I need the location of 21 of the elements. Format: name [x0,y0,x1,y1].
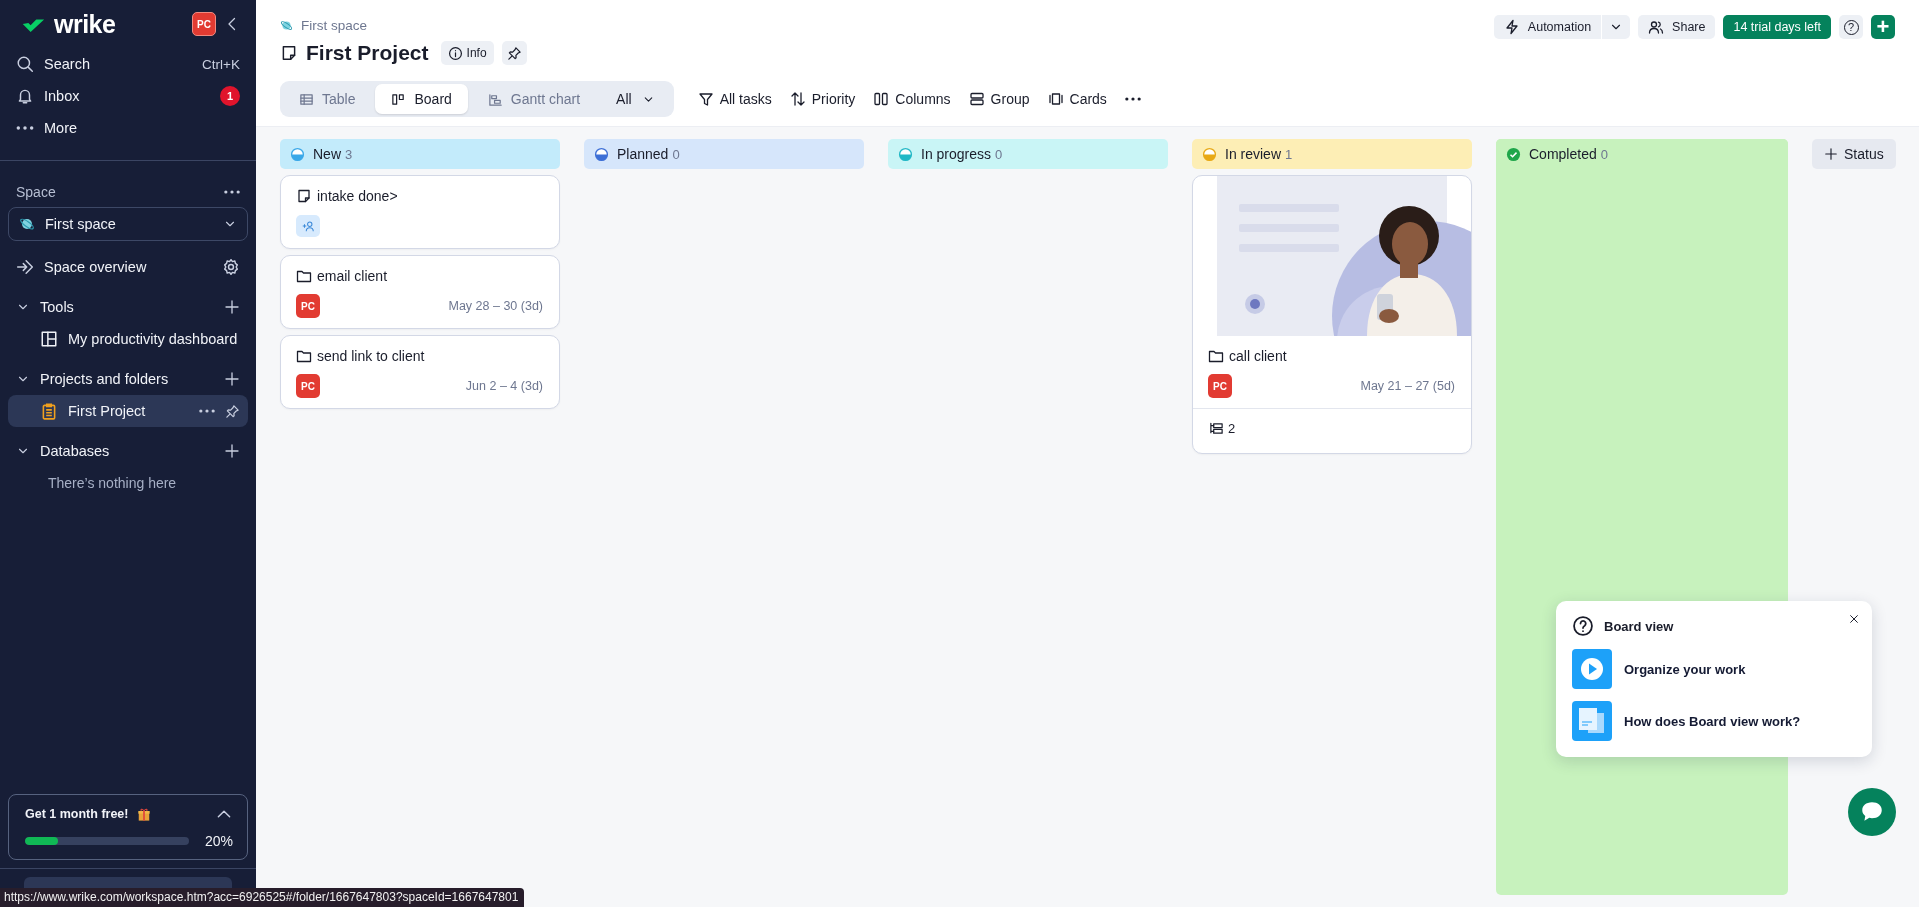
url-tooltip: https://www.wrike.com/workspace.htm?acc=6926525#/folder/1667647803?spaceId=1667647801 [0,888,525,907]
date-range: May 28 – 30 (3d) [448,299,543,313]
task-title: email client [317,268,388,284]
logo-text: wrike [54,9,116,39]
task-title: call client [1229,348,1287,364]
progress-value: 20% [204,833,233,849]
column-header: Planned 0 [584,139,864,169]
date-range: Jun 2 – 4 (3d) [465,379,543,393]
project-title: First Project [306,41,429,65]
promo-title: Get 1 month free! [25,807,129,821]
column-header: New 3 [280,139,560,169]
count-badge: 1 [220,86,240,106]
column-header: In review 1 [1192,139,1472,169]
column-header: In progress 0 [888,139,1168,169]
empty-text: There’s nothing here [47,474,178,491]
shortcut-hint: Ctrl+K [202,56,240,72]
task-title: intake done> [317,188,398,204]
task-title: send link to client [317,348,425,364]
popup-title: Board view [1604,618,1674,634]
section-label: Space [16,184,56,200]
date-range: May 21 – 27 (5d) [1360,379,1455,393]
